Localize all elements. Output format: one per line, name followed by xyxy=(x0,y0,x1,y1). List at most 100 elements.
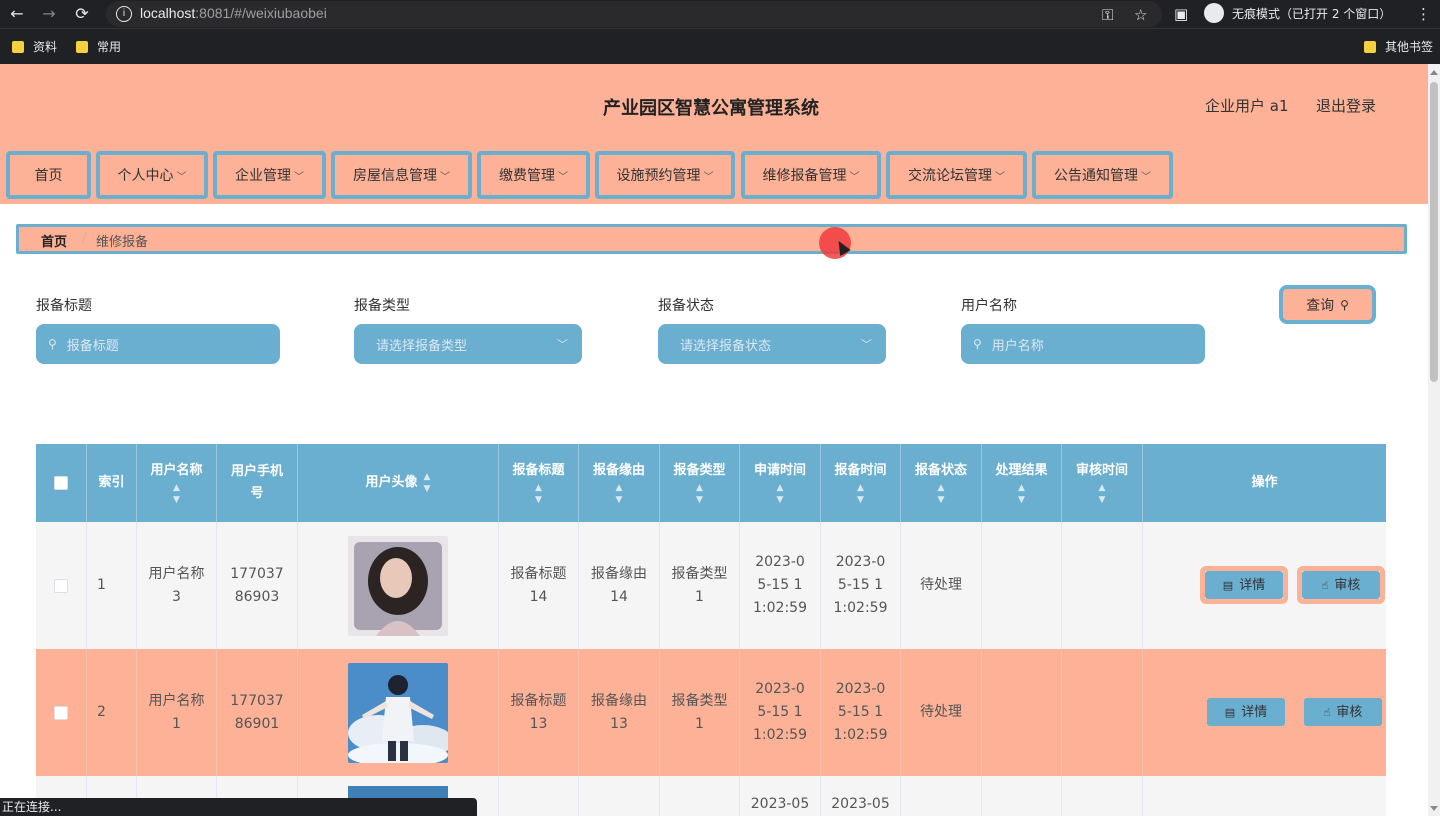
search-status-select[interactable]: 请选择报备状态 ﹀ xyxy=(658,324,886,364)
menu-forum[interactable]: 交流论坛管理 ﹀ xyxy=(886,151,1027,199)
cell-reason: 报备缘由13 xyxy=(579,649,660,776)
chevron-down-icon: ﹀ xyxy=(995,171,1005,183)
menu-enterprise[interactable]: 企业管理 ﹀ xyxy=(213,151,326,199)
sort-icon[interactable]: ▲ ▼ xyxy=(1099,482,1106,506)
browser-status-bar: 正在连接... xyxy=(0,798,477,816)
reload-icon[interactable]: ⟳ xyxy=(71,3,93,25)
cell-title: 报备标题13 xyxy=(499,649,579,776)
audit-button[interactable]: ☝ 审核 xyxy=(1302,571,1380,599)
logout-link[interactable]: 退出登录 xyxy=(1316,95,1376,116)
document-icon: ▤ xyxy=(1222,578,1234,592)
cell-result xyxy=(982,649,1062,776)
bookmark-folder-changyong[interactable]: 常用 xyxy=(76,38,121,55)
cell-audit-time xyxy=(1062,776,1143,816)
sort-icon[interactable]: ▲ ▼ xyxy=(1018,482,1025,506)
row-select-cell xyxy=(36,649,87,776)
detail-button[interactable]: ▤ 详情 xyxy=(1205,571,1283,599)
bookmark-folder-ziliao[interactable]: 资料 xyxy=(12,38,57,55)
star-icon[interactable]: ☆ xyxy=(1134,5,1147,25)
cell-type xyxy=(660,776,740,816)
header-avatar[interactable]: 用户头像 ▲ ▼ xyxy=(298,444,499,522)
header-result[interactable]: 处理结果 ▲ ▼ xyxy=(982,444,1062,522)
sort-icon[interactable]: ▲ ▼ xyxy=(424,471,431,495)
cell-title: 报备标题14 xyxy=(499,522,579,649)
search-title-input[interactable]: ⚲ 报备标题 xyxy=(36,324,280,364)
header-title[interactable]: 报备标题 ▲ ▼ xyxy=(499,444,579,522)
header-reason[interactable]: 报备缘由 ▲ ▼ xyxy=(579,444,660,522)
cell-actions xyxy=(1143,776,1386,816)
header-type[interactable]: 报备类型 ▲ ▼ xyxy=(660,444,740,522)
chevron-down-icon: ﹀ xyxy=(861,338,872,351)
incognito-icon xyxy=(1204,3,1224,23)
sort-icon[interactable]: ▲ ▼ xyxy=(696,482,703,506)
audit-button[interactable]: ☝ 审核 xyxy=(1304,698,1382,726)
search-icon: ⚲ xyxy=(1340,297,1349,312)
query-button[interactable]: 查询 ⚲ xyxy=(1279,285,1376,324)
cell-avatar xyxy=(298,649,499,776)
page-scrollbar[interactable] xyxy=(1428,64,1440,816)
back-icon[interactable]: ← xyxy=(6,3,28,25)
chevron-down-icon: ﹀ xyxy=(557,338,568,351)
chevron-down-icon: ﹀ xyxy=(294,171,304,183)
chevron-down-icon: ﹀ xyxy=(176,171,187,183)
detail-button[interactable]: ▤ 详情 xyxy=(1207,698,1285,726)
menu-personal-center[interactable]: 个人中心 ﹀ xyxy=(96,151,208,199)
menu-payment[interactable]: 缴费管理 ﹀ xyxy=(477,151,590,199)
current-user: 企业用户 a1 xyxy=(1205,97,1289,115)
address-bar[interactable]: i localhost:8081/#/weixiubaobei ⚿ ☆ xyxy=(106,1,1162,27)
cell-reason xyxy=(579,776,660,816)
cell-result xyxy=(982,522,1062,649)
url-text: localhost:8081/#/weixiubaobei xyxy=(140,5,327,21)
sidepanel-icon[interactable]: ▣ xyxy=(1174,4,1188,24)
menu-home[interactable]: 首页 xyxy=(6,151,91,199)
sort-icon[interactable]: ▲ ▼ xyxy=(173,482,180,506)
audit-button-outline: ☝ 审核 xyxy=(1297,566,1385,604)
scroll-thumb[interactable] xyxy=(1430,82,1438,382)
header-username[interactable]: 用户名称 ▲ ▼ xyxy=(137,444,217,522)
row-checkbox[interactable] xyxy=(54,578,68,593)
sort-icon[interactable]: ▲ ▼ xyxy=(938,482,945,506)
user-avatar-image xyxy=(348,535,448,636)
header-index: 索引 xyxy=(87,444,137,522)
forward-icon[interactable]: → xyxy=(38,3,60,25)
search-user-input[interactable]: ⚲ 用户名称 xyxy=(961,324,1205,364)
scroll-up-icon[interactable] xyxy=(1430,70,1438,75)
sort-icon[interactable]: ▲ ▼ xyxy=(857,482,864,506)
menu-housing[interactable]: 房屋信息管理 ﹀ xyxy=(331,151,472,199)
chevron-down-icon: ﹀ xyxy=(849,171,860,183)
header-apply-time[interactable]: 申请时间 ▲ ▼ xyxy=(740,444,821,522)
cell-phone: 17703786901 xyxy=(217,649,298,776)
header-audit-time[interactable]: 审核时间 ▲ ▼ xyxy=(1062,444,1143,522)
detail-button-outline: ▤ 详情 xyxy=(1200,566,1288,604)
search-type-select[interactable]: 请选择报备类型 ﹀ xyxy=(354,324,582,364)
row-select-cell xyxy=(36,522,87,649)
breadcrumb-home[interactable]: 首页 xyxy=(41,231,67,250)
cell-audit-time xyxy=(1062,649,1143,776)
cell-reason: 报备缘由14 xyxy=(579,522,660,649)
app-header: 产业园区智慧公寓管理系统 企业用户 a1 退出登录 xyxy=(0,64,1428,145)
search-status-label: 报备状态 xyxy=(658,298,714,314)
header-status[interactable]: 报备状态 ▲ ▼ xyxy=(901,444,982,522)
browser-menu-icon[interactable]: ⋮ xyxy=(1416,4,1431,24)
select-all-checkbox[interactable] xyxy=(54,476,68,490)
cell-title xyxy=(499,776,579,816)
menu-repair[interactable]: 维修报备管理 ﹀ xyxy=(741,151,881,199)
sort-icon[interactable]: ▲ ▼ xyxy=(616,482,623,506)
table-row: 1 用户名称3 17703786903 报备标题14 报备缘由14 报备类型1 … xyxy=(36,522,1386,649)
cell-phone: 17703786903 xyxy=(217,522,298,649)
header-report-time[interactable]: 报备时间 ▲ ▼ xyxy=(821,444,901,522)
cell-apply-time: 2023-05 xyxy=(740,776,821,816)
scroll-down-icon[interactable] xyxy=(1430,806,1438,811)
header-phone[interactable]: 用户手机号 xyxy=(217,444,298,522)
menu-notice[interactable]: 公告通知管理 ﹀ xyxy=(1032,151,1173,199)
menu-facility[interactable]: 设施预约管理 ﹀ xyxy=(595,151,735,199)
site-info-icon[interactable]: i xyxy=(116,6,132,22)
sort-icon[interactable]: ▲ ▼ xyxy=(777,482,784,506)
row-checkbox[interactable] xyxy=(54,705,68,720)
chevron-down-icon: ﹀ xyxy=(558,171,568,183)
bookmark-folder-other[interactable]: 其他书签 xyxy=(1364,38,1433,55)
sort-icon[interactable]: ▲ ▼ xyxy=(535,482,542,506)
incognito-indicator[interactable]: 无痕模式（已打开 2 个窗口） xyxy=(1204,3,1391,23)
cell-index: 1 xyxy=(87,522,137,649)
key-icon[interactable]: ⚿ xyxy=(1102,5,1113,25)
